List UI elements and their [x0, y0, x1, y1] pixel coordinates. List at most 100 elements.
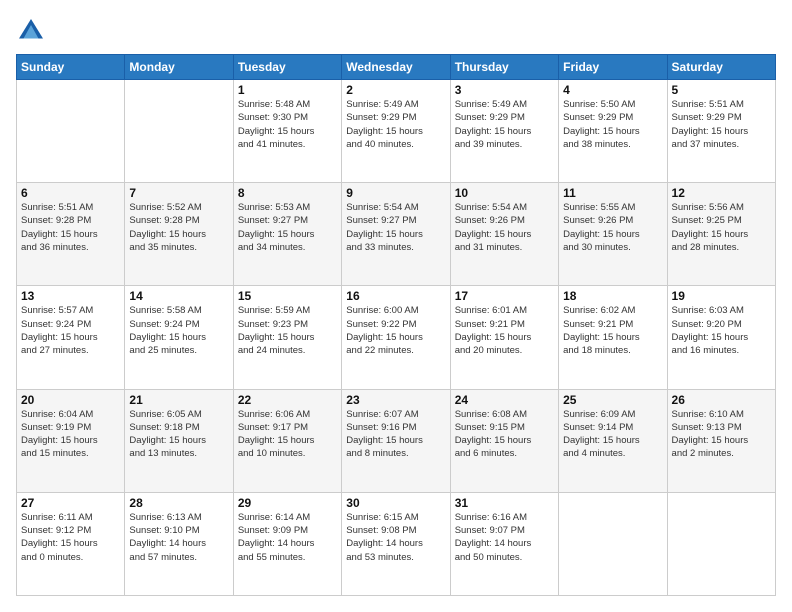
calendar-header-row: SundayMondayTuesdayWednesdayThursdayFrid… — [17, 55, 776, 80]
calendar-cell — [17, 80, 125, 183]
calendar-week-3: 13Sunrise: 5:57 AM Sunset: 9:24 PM Dayli… — [17, 286, 776, 389]
calendar-header-wednesday: Wednesday — [342, 55, 450, 80]
calendar-cell: 21Sunrise: 6:05 AM Sunset: 9:18 PM Dayli… — [125, 389, 233, 492]
logo-icon — [16, 16, 46, 46]
day-number: 15 — [238, 289, 337, 303]
day-info: Sunrise: 6:10 AM Sunset: 9:13 PM Dayligh… — [672, 408, 771, 461]
calendar-header-thursday: Thursday — [450, 55, 558, 80]
day-info: Sunrise: 6:04 AM Sunset: 9:19 PM Dayligh… — [21, 408, 120, 461]
day-number: 5 — [672, 83, 771, 97]
calendar-cell: 31Sunrise: 6:16 AM Sunset: 9:07 PM Dayli… — [450, 492, 558, 595]
day-info: Sunrise: 6:06 AM Sunset: 9:17 PM Dayligh… — [238, 408, 337, 461]
calendar-cell: 14Sunrise: 5:58 AM Sunset: 9:24 PM Dayli… — [125, 286, 233, 389]
calendar-header-monday: Monday — [125, 55, 233, 80]
calendar-cell: 28Sunrise: 6:13 AM Sunset: 9:10 PM Dayli… — [125, 492, 233, 595]
day-number: 31 — [455, 496, 554, 510]
day-info: Sunrise: 6:14 AM Sunset: 9:09 PM Dayligh… — [238, 511, 337, 564]
calendar-cell: 25Sunrise: 6:09 AM Sunset: 9:14 PM Dayli… — [559, 389, 667, 492]
calendar-cell: 12Sunrise: 5:56 AM Sunset: 9:25 PM Dayli… — [667, 183, 775, 286]
calendar-cell — [559, 492, 667, 595]
day-info: Sunrise: 5:56 AM Sunset: 9:25 PM Dayligh… — [672, 201, 771, 254]
calendar-cell: 18Sunrise: 6:02 AM Sunset: 9:21 PM Dayli… — [559, 286, 667, 389]
header — [16, 16, 776, 46]
day-info: Sunrise: 6:15 AM Sunset: 9:08 PM Dayligh… — [346, 511, 445, 564]
calendar-cell: 13Sunrise: 5:57 AM Sunset: 9:24 PM Dayli… — [17, 286, 125, 389]
day-number: 30 — [346, 496, 445, 510]
calendar-cell: 24Sunrise: 6:08 AM Sunset: 9:15 PM Dayli… — [450, 389, 558, 492]
day-info: Sunrise: 5:58 AM Sunset: 9:24 PM Dayligh… — [129, 304, 228, 357]
calendar-cell: 9Sunrise: 5:54 AM Sunset: 9:27 PM Daylig… — [342, 183, 450, 286]
day-number: 13 — [21, 289, 120, 303]
day-info: Sunrise: 5:53 AM Sunset: 9:27 PM Dayligh… — [238, 201, 337, 254]
calendar-cell: 11Sunrise: 5:55 AM Sunset: 9:26 PM Dayli… — [559, 183, 667, 286]
calendar-table: SundayMondayTuesdayWednesdayThursdayFrid… — [16, 54, 776, 596]
calendar-cell — [125, 80, 233, 183]
day-info: Sunrise: 6:00 AM Sunset: 9:22 PM Dayligh… — [346, 304, 445, 357]
day-number: 20 — [21, 393, 120, 407]
day-number: 29 — [238, 496, 337, 510]
calendar-cell: 5Sunrise: 5:51 AM Sunset: 9:29 PM Daylig… — [667, 80, 775, 183]
day-number: 27 — [21, 496, 120, 510]
day-number: 19 — [672, 289, 771, 303]
day-info: Sunrise: 5:55 AM Sunset: 9:26 PM Dayligh… — [563, 201, 662, 254]
calendar-cell: 17Sunrise: 6:01 AM Sunset: 9:21 PM Dayli… — [450, 286, 558, 389]
day-number: 3 — [455, 83, 554, 97]
day-number: 21 — [129, 393, 228, 407]
day-number: 7 — [129, 186, 228, 200]
day-info: Sunrise: 6:09 AM Sunset: 9:14 PM Dayligh… — [563, 408, 662, 461]
day-info: Sunrise: 5:52 AM Sunset: 9:28 PM Dayligh… — [129, 201, 228, 254]
day-info: Sunrise: 6:11 AM Sunset: 9:12 PM Dayligh… — [21, 511, 120, 564]
calendar-cell: 2Sunrise: 5:49 AM Sunset: 9:29 PM Daylig… — [342, 80, 450, 183]
day-info: Sunrise: 6:01 AM Sunset: 9:21 PM Dayligh… — [455, 304, 554, 357]
calendar-week-2: 6Sunrise: 5:51 AM Sunset: 9:28 PM Daylig… — [17, 183, 776, 286]
day-info: Sunrise: 5:59 AM Sunset: 9:23 PM Dayligh… — [238, 304, 337, 357]
day-number: 16 — [346, 289, 445, 303]
day-info: Sunrise: 5:48 AM Sunset: 9:30 PM Dayligh… — [238, 98, 337, 151]
logo — [16, 16, 50, 46]
calendar-cell: 22Sunrise: 6:06 AM Sunset: 9:17 PM Dayli… — [233, 389, 341, 492]
calendar-cell: 1Sunrise: 5:48 AM Sunset: 9:30 PM Daylig… — [233, 80, 341, 183]
day-info: Sunrise: 6:02 AM Sunset: 9:21 PM Dayligh… — [563, 304, 662, 357]
day-info: Sunrise: 5:54 AM Sunset: 9:27 PM Dayligh… — [346, 201, 445, 254]
calendar-cell: 30Sunrise: 6:15 AM Sunset: 9:08 PM Dayli… — [342, 492, 450, 595]
calendar-cell: 7Sunrise: 5:52 AM Sunset: 9:28 PM Daylig… — [125, 183, 233, 286]
calendar-cell: 4Sunrise: 5:50 AM Sunset: 9:29 PM Daylig… — [559, 80, 667, 183]
calendar-week-5: 27Sunrise: 6:11 AM Sunset: 9:12 PM Dayli… — [17, 492, 776, 595]
day-number: 17 — [455, 289, 554, 303]
calendar-cell: 16Sunrise: 6:00 AM Sunset: 9:22 PM Dayli… — [342, 286, 450, 389]
calendar-cell: 27Sunrise: 6:11 AM Sunset: 9:12 PM Dayli… — [17, 492, 125, 595]
calendar-header-tuesday: Tuesday — [233, 55, 341, 80]
page: SundayMondayTuesdayWednesdayThursdayFrid… — [0, 0, 792, 612]
calendar-cell: 23Sunrise: 6:07 AM Sunset: 9:16 PM Dayli… — [342, 389, 450, 492]
day-info: Sunrise: 6:03 AM Sunset: 9:20 PM Dayligh… — [672, 304, 771, 357]
calendar-cell: 26Sunrise: 6:10 AM Sunset: 9:13 PM Dayli… — [667, 389, 775, 492]
calendar-cell: 15Sunrise: 5:59 AM Sunset: 9:23 PM Dayli… — [233, 286, 341, 389]
day-info: Sunrise: 5:57 AM Sunset: 9:24 PM Dayligh… — [21, 304, 120, 357]
calendar-cell: 6Sunrise: 5:51 AM Sunset: 9:28 PM Daylig… — [17, 183, 125, 286]
day-number: 26 — [672, 393, 771, 407]
calendar-cell — [667, 492, 775, 595]
day-number: 28 — [129, 496, 228, 510]
day-info: Sunrise: 6:07 AM Sunset: 9:16 PM Dayligh… — [346, 408, 445, 461]
day-number: 1 — [238, 83, 337, 97]
day-number: 4 — [563, 83, 662, 97]
day-number: 23 — [346, 393, 445, 407]
day-info: Sunrise: 5:50 AM Sunset: 9:29 PM Dayligh… — [563, 98, 662, 151]
day-info: Sunrise: 5:54 AM Sunset: 9:26 PM Dayligh… — [455, 201, 554, 254]
day-info: Sunrise: 6:08 AM Sunset: 9:15 PM Dayligh… — [455, 408, 554, 461]
day-info: Sunrise: 5:51 AM Sunset: 9:29 PM Dayligh… — [672, 98, 771, 151]
calendar-header-friday: Friday — [559, 55, 667, 80]
day-info: Sunrise: 6:16 AM Sunset: 9:07 PM Dayligh… — [455, 511, 554, 564]
day-info: Sunrise: 5:51 AM Sunset: 9:28 PM Dayligh… — [21, 201, 120, 254]
calendar-cell: 19Sunrise: 6:03 AM Sunset: 9:20 PM Dayli… — [667, 286, 775, 389]
day-info: Sunrise: 5:49 AM Sunset: 9:29 PM Dayligh… — [346, 98, 445, 151]
day-info: Sunrise: 6:05 AM Sunset: 9:18 PM Dayligh… — [129, 408, 228, 461]
day-info: Sunrise: 6:13 AM Sunset: 9:10 PM Dayligh… — [129, 511, 228, 564]
day-number: 9 — [346, 186, 445, 200]
calendar-header-sunday: Sunday — [17, 55, 125, 80]
day-number: 6 — [21, 186, 120, 200]
day-number: 8 — [238, 186, 337, 200]
calendar-cell: 10Sunrise: 5:54 AM Sunset: 9:26 PM Dayli… — [450, 183, 558, 286]
day-number: 14 — [129, 289, 228, 303]
calendar-cell: 20Sunrise: 6:04 AM Sunset: 9:19 PM Dayli… — [17, 389, 125, 492]
